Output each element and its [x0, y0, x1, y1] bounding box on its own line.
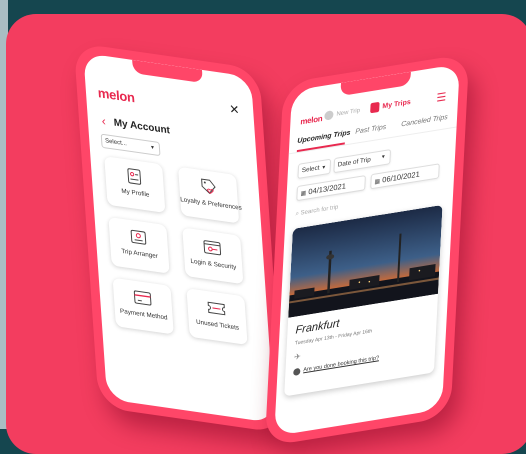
tile-my-profile[interactable]: My Profile [104, 156, 165, 213]
start-date-field[interactable]: ▦ 04/13/2021 [296, 175, 366, 201]
tile-label: Payment Method [115, 307, 173, 322]
page-title: My Account [113, 117, 170, 136]
calendar-icon: ▦ [300, 191, 306, 198]
close-icon[interactable]: ✕ [229, 102, 240, 118]
my-trips-screen: melon New Trip My Trips ☰ Upcoming Trips… [274, 64, 460, 436]
select-filter[interactable]: Select ▼ [297, 159, 331, 179]
back-chevron-icon[interactable]: ‹ [101, 114, 106, 129]
dropdown-arrow-icon: ▼ [380, 151, 386, 165]
new-trip-link[interactable]: New Trip [336, 108, 360, 118]
showcase-card: melon ✕ ‹ My Account Select... ▼ My Prof… [6, 14, 526, 454]
dropdown-arrow-icon: ▼ [150, 142, 156, 155]
tile-label: Login & Security [184, 257, 242, 272]
menu-icon[interactable]: ☰ [436, 90, 447, 105]
date-filter-value: Date of Trip [338, 156, 371, 168]
melon-logo: melon [97, 85, 135, 105]
my-trips-link[interactable]: My Trips [382, 99, 411, 111]
done-booking-link[interactable]: Are you done booking this trip? [303, 355, 379, 373]
start-date-value: 04/13/2021 [308, 181, 346, 196]
login-security-icon [202, 237, 223, 258]
status-dot-icon [293, 368, 300, 376]
tile-label: Unused Tickets [188, 318, 246, 333]
tile-login-security[interactable]: Login & Security [182, 227, 243, 284]
account-select-value: Select... [105, 138, 127, 147]
frankfurt-city-photo [288, 205, 442, 318]
trip-arranger-icon [128, 227, 149, 248]
calendar-icon: ▦ [374, 179, 380, 186]
suitcase-icon [370, 102, 380, 114]
trip-card[interactable]: Frankfurt Tuesday Apr 13th - Friday Apr … [284, 205, 442, 397]
melon-logo: melon [300, 114, 323, 127]
tile-label: Trip Arranger [110, 246, 168, 261]
my-account-screen: melon ✕ ‹ My Account Select... ▼ My Prof… [83, 53, 274, 423]
tile-label: Loyalty & Preferences [180, 196, 238, 211]
tile-loyalty-preferences[interactable]: Loyalty & Preferences [178, 167, 239, 224]
tile-payment-method[interactable]: Payment Method [113, 278, 174, 335]
tile-unused-tickets[interactable]: Unused Tickets [186, 288, 247, 345]
tab-past-trips[interactable]: Past Trips [355, 124, 386, 136]
account-select[interactable]: Select... ▼ [101, 134, 161, 157]
phone-notch [340, 72, 411, 96]
profile-icon [124, 166, 145, 187]
end-date-field[interactable]: ▦ 06/10/2021 [370, 163, 440, 189]
search-placeholder: Search for trip [300, 205, 338, 217]
credit-card-icon [132, 287, 153, 308]
phone-my-trips: melon New Trip My Trips ☰ Upcoming Trips… [265, 53, 470, 446]
tab-canceled-trips[interactable]: Canceled Trips [401, 114, 448, 129]
search-icon: ⌕ [295, 211, 299, 218]
date-of-trip-filter[interactable]: Date of Trip ▼ [333, 149, 391, 173]
tile-trip-arranger[interactable]: Trip Arranger [108, 217, 169, 274]
ticket-icon [206, 298, 227, 319]
select-filter-value: Select [302, 164, 320, 174]
phone-notch [132, 60, 203, 83]
loyalty-tag-icon [197, 176, 218, 197]
new-trip-icon [324, 110, 333, 121]
plane-icon: ✈ [294, 352, 301, 362]
phone-my-account: melon ✕ ‹ My Account Select... ▼ My Prof… [74, 43, 285, 434]
end-date-value: 06/10/2021 [382, 169, 420, 184]
tile-label: My Profile [106, 186, 164, 201]
dropdown-arrow-icon: ▼ [321, 164, 326, 171]
